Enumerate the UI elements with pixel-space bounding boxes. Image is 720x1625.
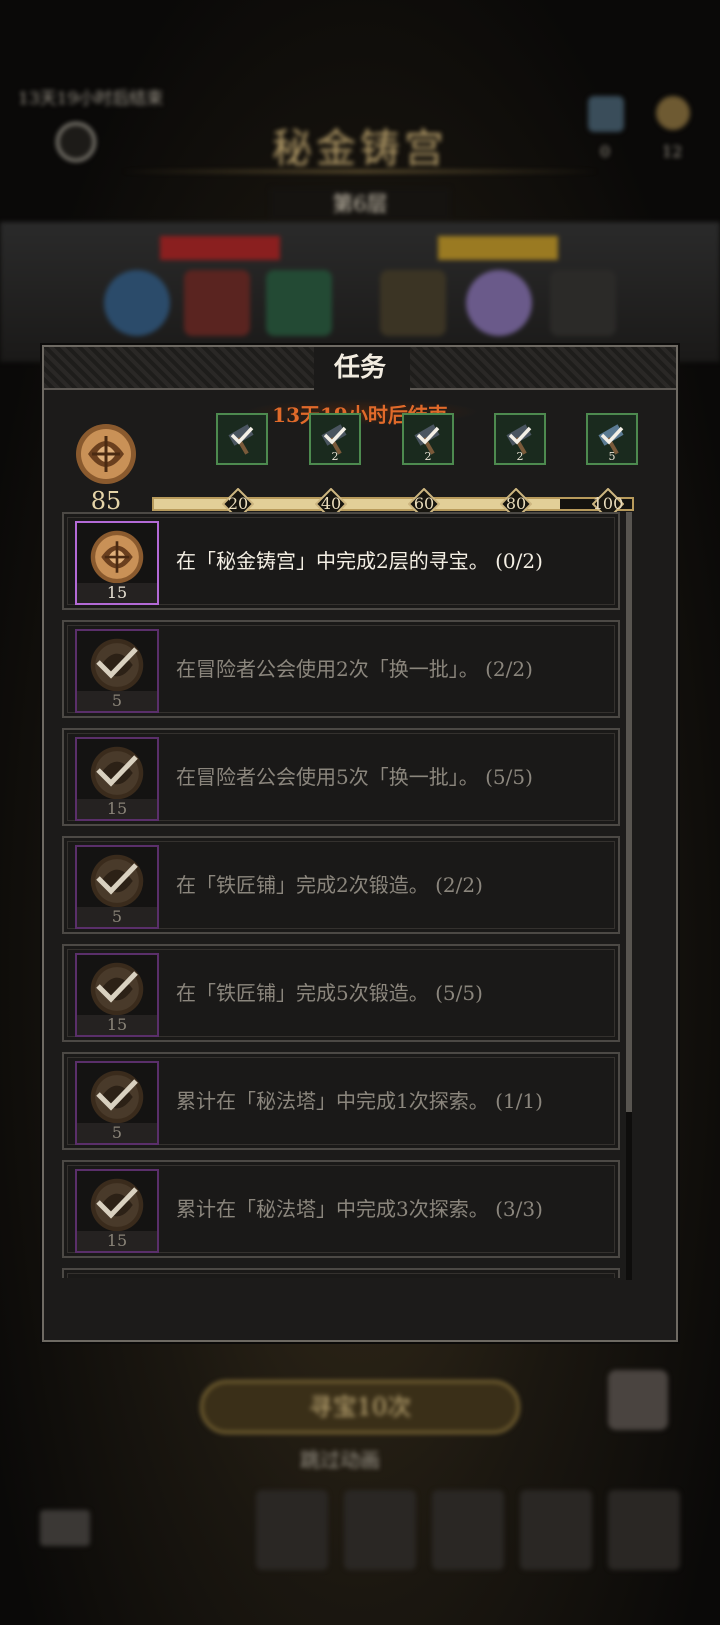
- chest-icon[interactable]: [608, 1370, 668, 1430]
- back-arrow-icon[interactable]: [40, 1510, 90, 1546]
- nav-button[interactable]: [256, 1490, 328, 1570]
- task-reward-value: 5: [77, 691, 157, 711]
- nav-button[interactable]: [608, 1490, 680, 1570]
- task-row[interactable]: 15 在「铁匠铺」完成5次锻造。 (5/5): [62, 944, 620, 1042]
- task-reward-value: 5: [77, 1123, 157, 1143]
- reward-item-icon: [266, 270, 332, 336]
- banner-tag-left: [160, 236, 280, 260]
- milestone-reward[interactable]: 2: [402, 413, 454, 465]
- check-icon: [96, 647, 138, 679]
- nav-button[interactable]: [432, 1490, 504, 1570]
- floor-label: 第6层: [270, 188, 450, 220]
- hammer-resource-icon: [588, 96, 624, 132]
- task-reward-icon: 5: [75, 629, 159, 713]
- task-description: 在冒险者公会使用2次「换一批」。 (2/2): [176, 657, 533, 681]
- reward-orb-icon: [104, 270, 170, 336]
- star-resource-icon: [656, 96, 690, 130]
- task-list[interactable]: 15 在「秘金铸宫」中完成2层的寻宝。 (0/2) 5 在冒险者公会使用2次「换…: [62, 512, 620, 1278]
- reward-item-icon: [550, 270, 616, 336]
- milestone-label: 60: [413, 494, 435, 513]
- reward-count: 2: [331, 450, 339, 463]
- milestone-reward[interactable]: 5: [586, 413, 638, 465]
- reward-count: 5: [608, 450, 616, 463]
- task-reward-value: 15: [77, 583, 157, 603]
- event-timer: 13天19小时后结束: [18, 89, 164, 109]
- milestone-reward[interactable]: 2: [494, 413, 546, 465]
- task-row[interactable]: 5 在冒险者公会使用2次「换一批」。 (2/2): [62, 620, 620, 718]
- nav-button[interactable]: [344, 1490, 416, 1570]
- reward-item-icon: [184, 270, 250, 336]
- hammer-resource-count: 0: [600, 142, 611, 161]
- check-icon: [508, 426, 532, 445]
- task-description: 在「秘金铸宫」中完成2层的寻宝。 (0/2): [176, 549, 543, 573]
- check-icon: [323, 426, 347, 445]
- banner-tag-right: [438, 236, 558, 260]
- task-description: 在冒险者公会使用5次「换一批」。 (5/5): [176, 765, 533, 789]
- task-row[interactable]: [62, 1268, 620, 1278]
- check-icon: [96, 971, 138, 1003]
- reward-item-icon: [380, 270, 446, 336]
- star-resource-count: 12: [662, 142, 683, 161]
- task-description: 在「铁匠铺」完成5次锻造。 (5/5): [176, 981, 483, 1005]
- task-row[interactable]: 15 在冒险者公会使用5次「换一批」。 (5/5): [62, 728, 620, 826]
- points-medal-icon: [76, 424, 136, 484]
- task-row[interactable]: 15 在「秘金铸宫」中完成2层的寻宝。 (0/2): [62, 512, 620, 610]
- task-reward-icon: 5: [75, 845, 159, 929]
- milestone-label: 80: [505, 494, 527, 513]
- reward-orb-icon: [466, 270, 532, 336]
- check-icon: [96, 1079, 138, 1111]
- task-description: 累计在「秘法塔」中完成1次探索。 (1/1): [176, 1089, 543, 1113]
- check-icon: [230, 426, 254, 445]
- task-reward-icon: 15: [75, 737, 159, 821]
- milestone-reward[interactable]: 2: [309, 413, 361, 465]
- task-row[interactable]: 15 累计在「秘法塔」中完成3次探索。 (3/3): [62, 1160, 620, 1258]
- task-modal: 任务 13天19小时后结束 85 2: [42, 345, 678, 1342]
- points-value: 85: [90, 487, 122, 515]
- medal-icon: [90, 530, 144, 584]
- task-reward-value: 15: [77, 1015, 157, 1035]
- task-row[interactable]: 5 在「铁匠铺」完成2次锻造。 (2/2): [62, 836, 620, 934]
- task-list-scrollbar[interactable]: [626, 512, 632, 1280]
- modal-title: 任务: [333, 353, 386, 383]
- check-icon: [96, 755, 138, 787]
- task-reward-value: 15: [77, 799, 157, 819]
- task-description: 累计在「秘法塔」中完成3次探索。 (3/3): [176, 1197, 543, 1221]
- task-reward-icon: 15: [75, 521, 159, 605]
- check-icon: [416, 426, 440, 445]
- task-row[interactable]: 5 累计在「秘法塔」中完成1次探索。 (1/1): [62, 1052, 620, 1150]
- check-icon: [96, 1187, 138, 1219]
- check-icon: [96, 863, 138, 895]
- milestone-label: 100: [592, 494, 624, 513]
- task-reward-icon: 15: [75, 1169, 159, 1253]
- nav-button[interactable]: [520, 1490, 592, 1570]
- reward-count: 2: [516, 450, 524, 463]
- scroll-thumb[interactable]: [626, 512, 632, 1112]
- milestone-reward[interactable]: [216, 413, 268, 465]
- check-icon: [600, 426, 624, 445]
- task-reward-value: 5: [77, 907, 157, 927]
- reward-count: 2: [424, 450, 432, 463]
- title-divider: [120, 170, 600, 173]
- task-reward-icon: 5: [75, 1061, 159, 1145]
- skip-animation-toggle[interactable]: 跳过动画: [300, 1444, 380, 1473]
- task-reward-icon: 15: [75, 953, 159, 1037]
- task-description: 在「铁匠铺」完成2次锻造。 (2/2): [176, 873, 483, 897]
- milestone-label: 40: [320, 494, 342, 513]
- task-reward-value: 15: [77, 1231, 157, 1251]
- treasure-hunt-button[interactable]: 寻宝10次: [200, 1380, 520, 1434]
- milestone-label: 20: [227, 494, 249, 513]
